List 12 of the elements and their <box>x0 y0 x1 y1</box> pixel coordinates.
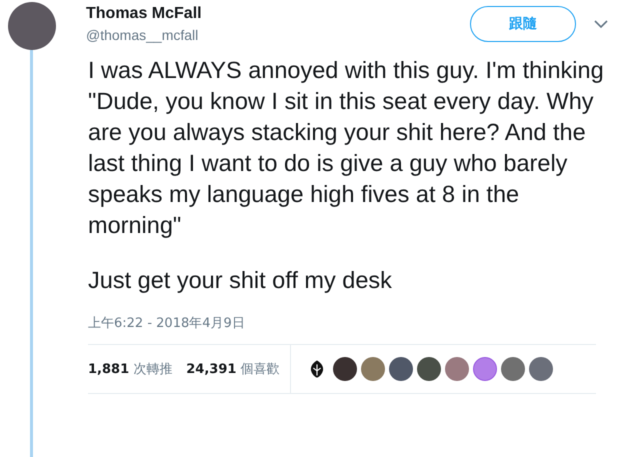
chevron-down-icon[interactable] <box>594 20 608 29</box>
tweet-timestamp[interactable]: 上午6:22 - 2018年4月9日 <box>88 314 608 332</box>
tweet-text: I was ALWAYS annoyed with this guy. I'm thinking "Dude, you know I sit in this seat every day. Why are you always stacking your shit here? And the last thing I want to do is give a guy who barely speaks my language high fives at 8 in the morning" <box>88 56 605 240</box>
tweet-text: Just get your shit off my desk <box>88 266 393 295</box>
stat-link[interactable]: 24,391 個喜歡 <box>186 360 280 378</box>
avatar-photo-placeholder[interactable] <box>388 357 413 381</box>
avatar-photo-placeholder[interactable] <box>332 357 357 381</box>
avatar-photo-placeholder[interactable] <box>8 2 56 50</box>
author-handle[interactable]: @thomas__mcfall <box>86 27 470 43</box>
avatar-photo-placeholder[interactable] <box>416 357 441 381</box>
author-name[interactable]: Thomas McFall <box>86 5 470 23</box>
stat-link[interactable]: 1,881 次轉推 <box>88 360 172 378</box>
